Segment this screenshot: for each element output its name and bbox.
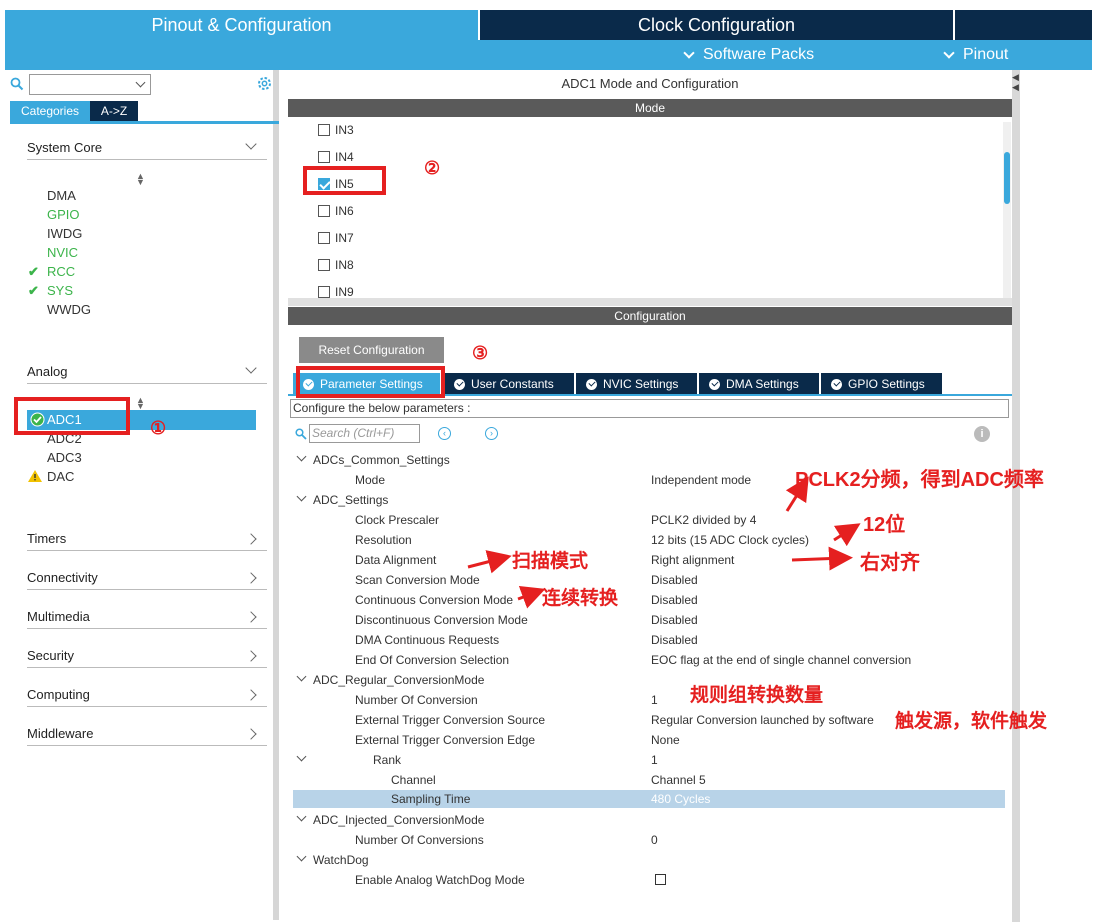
- arrow-scan-mode: [467, 550, 512, 574]
- arrow-continuous: [517, 585, 546, 609]
- arrow-12bit: [833, 523, 861, 547]
- annotation-arrows: [467, 476, 861, 609]
- arrow-right-align: [791, 546, 853, 571]
- arrow-pclk2: [785, 476, 809, 512]
